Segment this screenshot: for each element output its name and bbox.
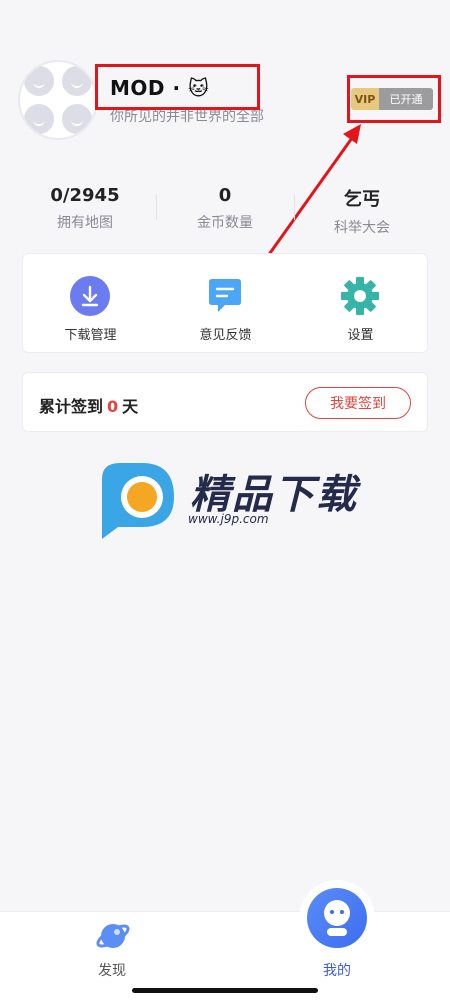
sign-in-prefix: 累计签到 bbox=[39, 397, 104, 416]
nav-tab-mine[interactable]: 我的 bbox=[287, 880, 387, 984]
stat-rank-value: 乞丐 bbox=[344, 189, 380, 210]
stat-coins-value: 0 bbox=[218, 185, 232, 206]
sign-in-card: 累计签到 0 天 我要签到 bbox=[22, 372, 428, 432]
menu-card: 下载管理 意见反馈 设置 bbox=[22, 253, 428, 353]
settings-label: 设置 bbox=[347, 328, 374, 343]
stat-coins-label: 金币数量 bbox=[197, 215, 253, 231]
sign-in-summary: 累计签到 0 天 bbox=[39, 393, 138, 417]
nav-tab-discover[interactable]: 发现 bbox=[62, 914, 162, 984]
stat-rank-label: 科举大会 bbox=[334, 220, 390, 236]
stat-rank[interactable]: 乞丐 科举大会 bbox=[287, 185, 437, 237]
chat-bubble-icon bbox=[209, 279, 241, 312]
download-manager-label: 下载管理 bbox=[64, 328, 117, 343]
mine-tab-circle bbox=[299, 880, 375, 956]
download-manager-button[interactable]: 下载管理 bbox=[23, 254, 158, 354]
download-icon bbox=[70, 276, 110, 316]
stat-maps-value: 0/2945 bbox=[50, 185, 120, 206]
nav-discover-label: 发现 bbox=[98, 963, 126, 979]
planet-icon bbox=[96, 924, 130, 948]
sign-in-count: 0 bbox=[107, 397, 119, 416]
stat-maps-label: 拥有地图 bbox=[57, 215, 113, 231]
home-indicator bbox=[132, 988, 318, 993]
stat-coins[interactable]: 0 金币数量 bbox=[150, 185, 300, 232]
stat-maps[interactable]: 0/2945 拥有地图 bbox=[10, 185, 160, 232]
feedback-label: 意见反馈 bbox=[199, 328, 252, 343]
nav-mine-label: 我的 bbox=[323, 963, 351, 979]
robot-face-icon bbox=[324, 900, 350, 936]
sign-in-suffix: 天 bbox=[122, 397, 139, 416]
settings-button[interactable]: 设置 bbox=[293, 254, 428, 354]
watermark-url: www.j9p.com bbox=[188, 512, 269, 526]
feedback-button[interactable]: 意见反馈 bbox=[158, 254, 293, 354]
mine-icon-background bbox=[307, 888, 367, 948]
gear-icon bbox=[341, 277, 379, 315]
watermark-logo-icon bbox=[102, 463, 174, 539]
sign-in-button[interactable]: 我要签到 bbox=[305, 387, 411, 419]
